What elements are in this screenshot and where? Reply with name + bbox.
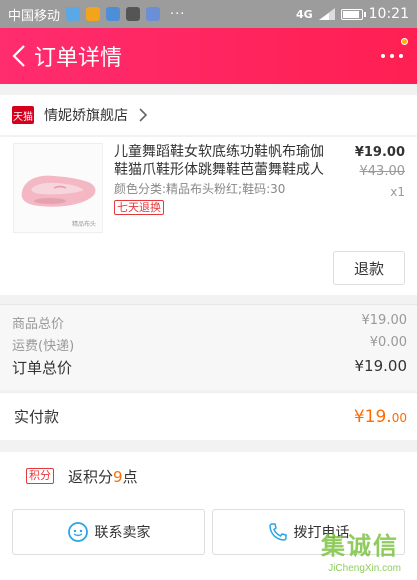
watermark-logo: 集诚信	[321, 532, 399, 560]
more-menu-icon[interactable]	[381, 46, 403, 66]
app-notification-icon	[66, 7, 81, 21]
notification-dot	[401, 38, 408, 45]
order-total-value: ¥19.00	[354, 357, 408, 375]
network-type: 4G	[295, 7, 313, 21]
points-badge: 积分	[26, 468, 54, 484]
shop-row[interactable]: 天猫 情妮娇旗舰店	[0, 95, 417, 135]
watermark: 集诚信 JiChengXin.com	[291, 524, 411, 574]
product-card[interactable]: 精品布头 儿童舞蹈鞋女软底练功鞋帆布瑜伽鞋猫爪鞋形体跳舞鞋芭蕾舞鞋成人 颜色分类…	[0, 137, 417, 295]
chevron-right-icon	[139, 108, 148, 122]
chat-icon	[67, 522, 88, 542]
price-summary: 商品总价 ¥19.00 运费(快递) ¥0.00 订单总价 ¥19.00	[0, 304, 417, 390]
contact-seller-label: 联系卖家	[94, 525, 151, 541]
app-notification-icon	[146, 7, 161, 21]
product-image[interactable]: 精品布头	[13, 143, 103, 233]
shipping-value: ¥0.00	[369, 335, 407, 350]
seven-day-return-badge: 七天退换	[114, 200, 164, 215]
points-text: 返积分9点	[68, 466, 138, 487]
paid-amount: ¥19.00	[354, 407, 407, 427]
product-price: ¥19.00	[354, 145, 405, 160]
taobao-notification-icon	[86, 7, 101, 21]
shipping-label: 运费(快递)	[12, 339, 75, 354]
paid-label: 实付款	[14, 408, 60, 426]
carrier-name: 中国移动	[8, 8, 61, 24]
paid-amount-decimal: 00	[391, 410, 407, 425]
app-header: 订单详情	[0, 28, 417, 84]
more-notifications-icon: ···	[170, 6, 186, 22]
contact-seller-button[interactable]: 联系卖家	[12, 509, 205, 555]
points-prefix: 返积分	[68, 467, 114, 486]
order-total-label: 订单总价	[12, 359, 73, 377]
watermark-url: JiChengXin.com	[328, 563, 401, 574]
shop-name: 情妮娇旗舰店	[44, 108, 128, 124]
product-quantity: x1	[390, 185, 405, 199]
refund-button[interactable]: 退款	[333, 251, 405, 285]
points-suffix: 点	[122, 467, 138, 486]
image-caption: 精品布头	[71, 221, 96, 228]
goods-total-value: ¥19.00	[361, 313, 408, 328]
points-row: 积分 返积分9点	[0, 452, 417, 500]
goods-total-row: 商品总价 ¥19.00	[12, 313, 407, 332]
app-notification-icon	[106, 7, 121, 21]
goods-total-label: 商品总价	[12, 317, 65, 332]
product-sku: 颜色分类:精品布头粉红;鞋码:30	[114, 182, 286, 196]
status-bar: 中国移动 ··· 4G 10:21	[0, 0, 417, 28]
phone-icon	[268, 523, 287, 541]
product-title: 儿童舞蹈鞋女软底练功鞋帆布瑜伽鞋猫爪鞋形体跳舞鞋芭蕾舞鞋成人	[114, 144, 324, 178]
signal-icon	[318, 8, 335, 20]
back-icon[interactable]	[4, 28, 34, 84]
product-original-price: ¥43.00	[359, 164, 406, 179]
paid-amount-int: ¥19.	[353, 406, 392, 427]
shipping-row: 运费(快递) ¥0.00	[12, 335, 407, 354]
page-title: 订单详情	[34, 46, 123, 71]
image-notification-icon	[126, 7, 141, 21]
bottom-actions: 联系卖家 拨打电话 集诚信 JiChengXin.com	[0, 500, 417, 580]
order-total-row: 订单总价 ¥19.00	[12, 357, 407, 378]
tmall-logo-icon: 天猫	[12, 106, 34, 124]
paid-row: 实付款 ¥19.00	[0, 392, 417, 440]
points-value: 9	[113, 467, 123, 486]
battery-icon	[340, 8, 366, 20]
clock: 10:21	[368, 6, 409, 22]
